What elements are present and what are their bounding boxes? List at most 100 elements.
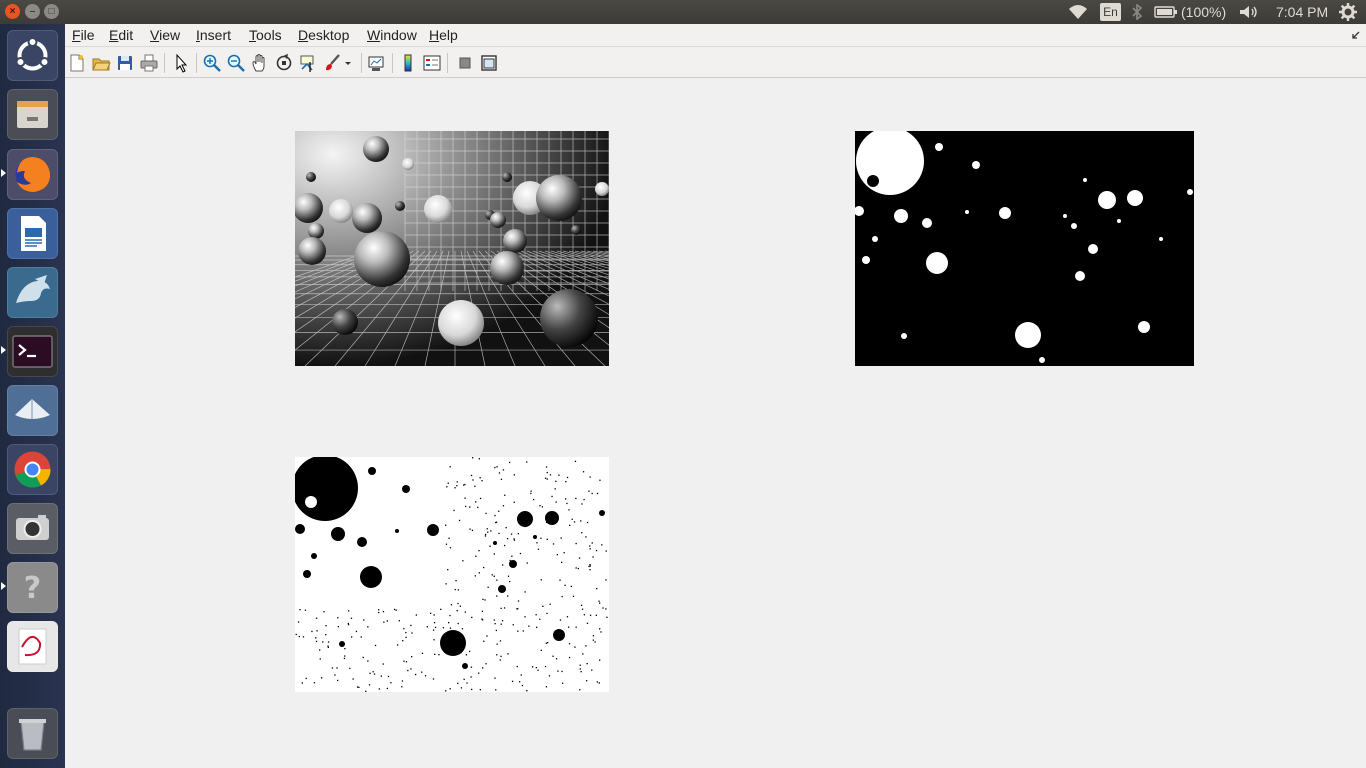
trash-icon[interactable] [7,708,58,759]
noise-speck [510,533,513,535]
noise-speck [513,539,516,541]
insert-colorbar-icon[interactable] [398,53,418,73]
print-icon[interactable] [139,53,159,73]
chrome-icon[interactable] [7,444,58,495]
maximize-icon[interactable]: □ [44,4,59,19]
save-icon[interactable] [115,53,135,73]
dock-arrow-icon[interactable] [1352,31,1360,39]
menu-edit[interactable]: Edit [109,27,133,43]
help-icon[interactable]: ? [7,562,58,613]
white-blob [972,161,980,169]
noise-speck [589,569,591,571]
insert-legend-icon[interactable] [422,53,442,73]
toolbar-separator [164,53,165,73]
noise-speck [561,670,563,673]
shotwell-icon[interactable] [7,385,58,436]
menu-insert[interactable]: Insert [196,27,231,43]
noise-speck [486,635,488,637]
wifi-icon[interactable] [1068,4,1088,20]
chevron-down-icon[interactable] [343,53,353,73]
binary-threshold-image[interactable] [855,131,1194,366]
hide-plot-tools-icon[interactable] [455,53,475,73]
noise-speck [596,587,598,590]
firefox-icon[interactable] [7,149,58,200]
battery-percentage[interactable]: (100%) [1181,0,1226,24]
writer-icon[interactable] [7,208,58,259]
noise-speck [449,614,451,617]
noise-speck [471,616,473,619]
menubar: File Edit View Insert Tools Desktop Wind… [65,24,1366,47]
ubuntu-dash-icon[interactable] [7,30,58,81]
new-figure-icon[interactable] [67,53,87,73]
noise-speck [552,543,555,545]
noise-speck [573,521,576,523]
noise-speck [588,490,590,492]
noise-speck [521,684,524,687]
noise-speck [390,682,392,684]
noise-speck [524,525,527,528]
menu-help[interactable]: Help [429,27,458,43]
noise-speck [557,670,559,672]
noise-speck [507,653,509,655]
noise-speck [545,686,548,688]
noise-speck [513,474,515,476]
menu-file[interactable]: File [72,27,95,43]
zoom-out-icon[interactable] [226,53,246,73]
menu-tools[interactable]: Tools [249,27,282,43]
noise-speck [349,667,351,670]
figure-toolbar [65,48,1366,78]
brush-icon[interactable] [322,53,342,73]
mysql-workbench-icon[interactable] [7,267,58,318]
noise-speck [405,636,407,639]
show-plot-tools-icon[interactable] [479,53,499,73]
black-blob [427,524,439,536]
noise-speck [517,533,519,535]
binary-inverted-image[interactable] [295,457,609,692]
rotate-3d-icon[interactable] [274,53,294,73]
close-icon[interactable]: × [5,4,20,19]
noise-speck [470,666,473,668]
original-grayscale-image[interactable] [295,131,609,366]
white-blob [1088,244,1098,254]
noise-speck [537,669,539,671]
noise-speck [316,630,318,632]
cheese-camera-icon[interactable] [7,503,58,554]
noise-speck [605,579,607,581]
noise-speck [490,530,492,532]
noise-speck [336,667,338,669]
noise-speck [401,680,404,682]
noise-speck [401,686,403,688]
noise-speck [583,614,585,616]
edit-plot-icon[interactable] [171,53,191,73]
pan-icon[interactable] [250,53,270,73]
noise-speck [327,641,330,643]
volume-icon[interactable] [1239,5,1259,19]
noise-speck [446,486,448,488]
minimize-icon[interactable]: – [25,4,40,19]
open-file-icon[interactable] [91,53,111,73]
noise-speck [549,603,551,605]
evince-icon[interactable] [7,621,58,672]
noise-speck [520,674,522,676]
clock[interactable]: 7:04 PM [1276,0,1328,24]
keyboard-layout-indicator[interactable]: En [1100,3,1121,21]
noise-speck [432,678,435,680]
terminal-icon[interactable] [7,326,58,377]
noise-speck [471,688,473,691]
bluetooth-icon[interactable] [1131,4,1143,20]
zoom-in-icon[interactable] [202,53,222,73]
gear-icon[interactable] [1339,3,1357,21]
noise-speck [591,542,593,544]
sphere [298,237,326,265]
menu-window[interactable]: Window [367,27,417,43]
noise-speck [478,572,480,574]
files-icon[interactable] [7,89,58,140]
link-plot-icon[interactable] [366,53,386,73]
data-cursor-icon[interactable] [298,53,318,73]
noise-speck [494,466,496,469]
menu-desktop[interactable]: Desktop [298,27,349,43]
menu-view[interactable]: View [150,27,180,43]
noise-speck [445,543,448,545]
noise-speck [367,660,369,662]
battery-icon[interactable] [1154,6,1178,18]
